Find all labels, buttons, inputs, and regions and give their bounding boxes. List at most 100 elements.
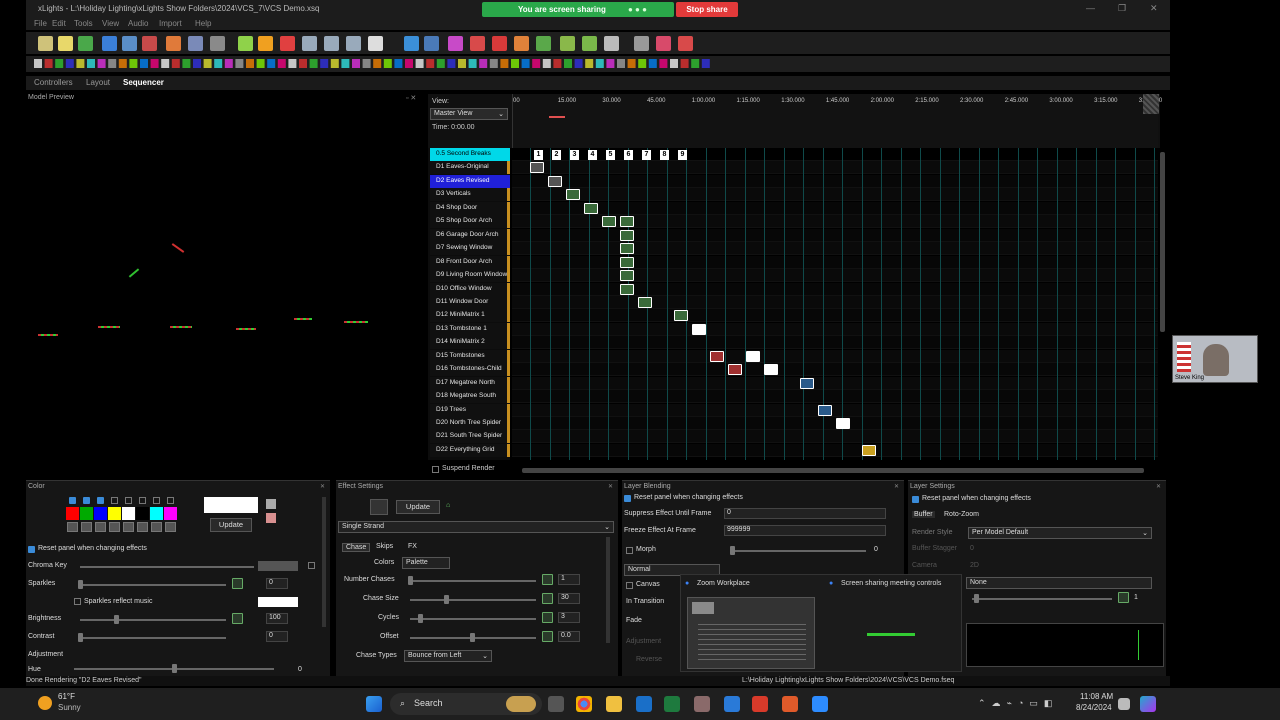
- effects-icon[interactable]: [448, 36, 463, 51]
- menu-help[interactable]: Help: [195, 19, 211, 28]
- brush-icon[interactable]: [604, 36, 619, 51]
- stop-share-button[interactable]: Stop share: [676, 2, 738, 17]
- timing-mark[interactable]: 7: [642, 150, 651, 160]
- zoom-window-thumbnail[interactable]: [687, 597, 815, 669]
- effect-palette-icon[interactable]: [214, 59, 223, 68]
- zoom-out-icon[interactable]: [656, 36, 671, 51]
- effect-palette-icon[interactable]: [299, 59, 307, 68]
- effect-block[interactable]: [638, 296, 652, 308]
- effect-palette-icon[interactable]: [193, 59, 201, 68]
- effect-select[interactable]: Single Strand ⌄: [338, 521, 614, 533]
- tab-controllers[interactable]: Controllers: [34, 78, 73, 87]
- copilot-icon[interactable]: [1140, 696, 1156, 712]
- effect-palette-icon[interactable]: [638, 59, 647, 68]
- model-row-label[interactable]: D10 Office Window: [430, 282, 510, 296]
- zoom-fit-icon[interactable]: [678, 36, 693, 51]
- effect-palette-icon[interactable]: [383, 59, 392, 68]
- palette-checkbox[interactable]: [139, 497, 146, 504]
- model-row-label[interactable]: D12 MiniMatrix 1: [430, 309, 510, 323]
- sparkles-color[interactable]: [258, 597, 298, 607]
- vertical-scrollbar[interactable]: [1160, 152, 1165, 332]
- effect-palette-icon[interactable]: [267, 59, 276, 68]
- effect-palette-icon[interactable]: [659, 59, 668, 68]
- output-icon[interactable]: [404, 36, 419, 51]
- effect-palette-icon[interactable]: [352, 59, 360, 68]
- windows-start-icon[interactable]: [366, 696, 382, 712]
- color-option-icon[interactable]: [266, 499, 276, 509]
- acrobat-icon[interactable]: [752, 696, 768, 712]
- effect-palette-icon[interactable]: [511, 59, 519, 68]
- taskbar-search[interactable]: ⌕ Search: [390, 693, 542, 715]
- model-row-label[interactable]: D8 Front Door Arch: [430, 255, 510, 269]
- chase-size-slider[interactable]: [410, 599, 536, 601]
- file-explorer-icon[interactable]: [606, 696, 622, 712]
- zoom-workplace-label[interactable]: Zoom Workplace: [697, 580, 750, 587]
- effect-palette-icon[interactable]: [161, 59, 170, 68]
- effect-palette-icon[interactable]: [585, 59, 594, 68]
- effect-palette-icon[interactable]: [521, 59, 530, 68]
- chase-size-knob[interactable]: [444, 595, 449, 604]
- effect-block[interactable]: [620, 270, 634, 282]
- effect-settings-scrollbar[interactable]: [606, 537, 610, 643]
- model-row-label[interactable]: D15 Tombstones: [430, 349, 510, 363]
- palette-checkbox[interactable]: [153, 497, 160, 504]
- effect-palette-icon[interactable]: [617, 59, 625, 68]
- palette-curve-icon[interactable]: [123, 522, 134, 532]
- effect-palette-icon[interactable]: [691, 59, 700, 68]
- palette-curve-icon[interactable]: [151, 522, 162, 532]
- effect-palette-icon[interactable]: [458, 59, 466, 68]
- effect-palette-icon[interactable]: [34, 59, 42, 68]
- house-preview-icon[interactable]: [188, 36, 203, 51]
- vscode-icon[interactable]: [724, 696, 740, 712]
- outlook-icon[interactable]: [636, 696, 652, 712]
- color-preview[interactable]: [204, 497, 258, 513]
- num-chases-value[interactable]: 1: [558, 574, 580, 585]
- cycles-value[interactable]: 3: [558, 612, 580, 623]
- clock-date[interactable]: 8/24/2024: [1076, 703, 1112, 712]
- model-row-label[interactable]: D4 Shop Door: [430, 201, 510, 215]
- effect-palette-icon[interactable]: [65, 59, 74, 68]
- palette-curve-icon[interactable]: [95, 522, 106, 532]
- open-icon[interactable]: [58, 36, 73, 51]
- tab-layout[interactable]: Layout: [86, 78, 110, 87]
- effect-block[interactable]: [836, 418, 850, 429]
- controls-thumbnail[interactable]: [867, 633, 915, 636]
- effect-palette-icon[interactable]: [44, 59, 53, 68]
- effect-palette-icon[interactable]: [405, 59, 413, 68]
- effect-block[interactable]: [862, 444, 876, 456]
- model-row-label[interactable]: D3 Verticals: [430, 188, 510, 202]
- model-row-label[interactable]: D16 Tombstones-Child: [430, 363, 510, 377]
- play-icon[interactable]: [238, 36, 253, 51]
- num-chases-slider[interactable]: [410, 580, 536, 582]
- meeting-controls-label[interactable]: Screen sharing meeting controls: [841, 580, 941, 587]
- sequence-settings-icon[interactable]: [210, 36, 225, 51]
- chroma-key-color[interactable]: [258, 561, 298, 571]
- model-row-label[interactable]: D1 Eaves-Original: [430, 161, 510, 175]
- model-row-label[interactable]: D11 Window Door: [430, 295, 510, 309]
- model-row-label[interactable]: D14 MiniMatrix 2: [430, 336, 510, 350]
- effect-palette-icon[interactable]: [256, 59, 265, 68]
- palette-checkbox[interactable]: [97, 497, 104, 504]
- color-panel-scrollbar[interactable]: [322, 497, 326, 627]
- zoom-in-icon[interactable]: [634, 36, 649, 51]
- palette-swatch[interactable]: [66, 507, 79, 520]
- palette-curve-icon[interactable]: [165, 522, 176, 532]
- reset-layer-checkbox[interactable]: [912, 496, 919, 503]
- palette-curve-icon[interactable]: [137, 522, 148, 532]
- close-icon[interactable]: ✕: [608, 483, 613, 490]
- chroma-key-checkbox[interactable]: [308, 562, 315, 569]
- effect-palette-icon[interactable]: [182, 59, 191, 68]
- menu-import[interactable]: Import: [159, 19, 182, 28]
- timing-mark[interactable]: 9: [678, 150, 687, 160]
- sparkles-slider[interactable]: [80, 584, 226, 586]
- house-icon[interactable]: [514, 36, 529, 51]
- sparkles-music-checkbox[interactable]: [74, 598, 81, 605]
- value-curve-icon[interactable]: [542, 593, 553, 604]
- render-icon[interactable]: [142, 36, 157, 51]
- hue-knob[interactable]: [172, 664, 177, 673]
- palette-checkbox[interactable]: [111, 497, 118, 504]
- effect-palette-icons[interactable]: [34, 58, 714, 70]
- wand-icon[interactable]: [582, 36, 597, 51]
- num-chases-knob[interactable]: [408, 576, 413, 585]
- effect-palette-icon[interactable]: [108, 59, 117, 68]
